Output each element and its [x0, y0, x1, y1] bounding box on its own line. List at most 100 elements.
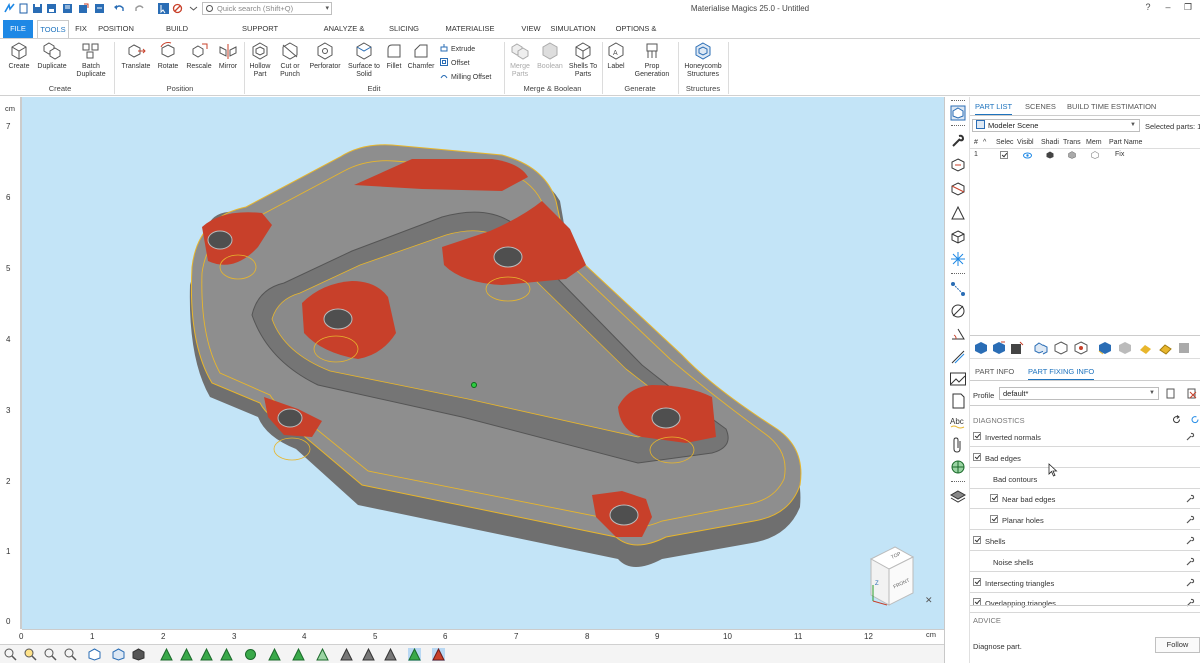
- select-icon[interactable]: [158, 3, 169, 14]
- shaded-icon[interactable]: [1046, 151, 1054, 159]
- visible-eye-icon[interactable]: [1023, 152, 1032, 159]
- diagnostic-checkbox[interactable]: [990, 494, 998, 503]
- tab-build-preparation[interactable]: BUILD PREPARATION: [142, 22, 212, 47]
- tab-part-fixing-info[interactable]: PART FIXING INFO: [1028, 367, 1095, 381]
- 3d-viewport[interactable]: TOP FRONT Z ✕: [22, 97, 944, 629]
- part-tool-icon[interactable]: [1178, 341, 1192, 355]
- offset-button[interactable]: Offset: [440, 58, 470, 67]
- view-cube-close-icon[interactable]: ✕: [925, 595, 933, 606]
- triangle-view-icon[interactable]: [316, 648, 329, 661]
- help-button[interactable]: ?: [1140, 2, 1156, 12]
- hollow-part-button[interactable]: Hollow Part: [246, 41, 274, 79]
- tab-scenes[interactable]: SCENES: [1025, 102, 1056, 111]
- tab-slicing[interactable]: SLICING: [388, 22, 420, 38]
- restore-button[interactable]: ❐: [1180, 2, 1196, 13]
- merge-parts-button[interactable]: Merge Parts: [506, 41, 534, 79]
- mirror-button[interactable]: Mirror: [214, 41, 242, 71]
- chamfer-button[interactable]: Chamfer: [407, 41, 435, 71]
- select-shell-icon[interactable]: [244, 648, 257, 661]
- measure-circle-icon[interactable]: [950, 303, 966, 319]
- diagnostic-row[interactable]: Intersecting triangles: [970, 573, 1200, 593]
- triangle-edit-icon[interactable]: [950, 205, 966, 221]
- refresh-icon[interactable]: [1172, 415, 1181, 424]
- triangle-view-icon[interactable]: [362, 648, 375, 661]
- wrench-icon[interactable]: [950, 133, 966, 149]
- column-selected[interactable]: Selec: [996, 139, 1014, 146]
- measure-icon[interactable]: [950, 157, 966, 173]
- screenshot-icon[interactable]: [950, 371, 966, 387]
- quick-search-input[interactable]: Quick search (Shift+Q) ▾: [202, 2, 332, 15]
- part-tool-icon[interactable]: [1010, 341, 1024, 355]
- prop-generation-button[interactable]: Prop Generation: [632, 41, 672, 79]
- column-memory[interactable]: Mem: [1086, 139, 1102, 146]
- milling-offset-button[interactable]: Milling Offset: [440, 72, 491, 81]
- tab-options-help[interactable]: OPTIONS & HELP: [605, 22, 667, 47]
- follow-button[interactable]: Follow: [1155, 637, 1200, 653]
- diagnostic-row[interactable]: Inverted normals: [970, 427, 1200, 447]
- search-dropdown-icon[interactable]: ▾: [325, 3, 329, 14]
- wrench-icon[interactable]: [1186, 557, 1195, 566]
- column-visible[interactable]: Visibl: [1017, 139, 1034, 146]
- section-icon[interactable]: [950, 181, 966, 197]
- part-tool-icon[interactable]: [1138, 341, 1152, 355]
- measure-distance-icon[interactable]: [950, 281, 966, 297]
- redo-icon[interactable]: [134, 3, 145, 14]
- zoom-window-icon[interactable]: [24, 648, 37, 661]
- perforator-button[interactable]: Perforator: [306, 41, 344, 71]
- tab-part-list[interactable]: PART LIST: [975, 102, 1013, 116]
- tab-file[interactable]: FILE: [3, 20, 33, 38]
- rotate-button[interactable]: Rotate: [154, 41, 182, 71]
- surface-to-solid-button[interactable]: Surface to Solid: [346, 41, 382, 79]
- profile-delete-icon[interactable]: [1187, 388, 1197, 399]
- wrench-icon[interactable]: [1186, 598, 1195, 607]
- triangle-view-icon[interactable]: [180, 648, 193, 661]
- view-default-icon[interactable]: [88, 648, 101, 661]
- wrench-icon[interactable]: [1186, 578, 1195, 587]
- create-button[interactable]: Create: [4, 41, 34, 71]
- minimize-button[interactable]: –: [1160, 2, 1176, 12]
- diagnostic-row[interactable]: Noise shells: [970, 552, 1200, 572]
- cut-punch-button[interactable]: Cut or Punch: [276, 41, 304, 79]
- triangle-view-icon[interactable]: [432, 648, 445, 661]
- column-transparent[interactable]: Trans: [1063, 139, 1081, 146]
- extrude-button[interactable]: Extrude: [440, 44, 475, 53]
- triangle-view-icon[interactable]: [220, 648, 233, 661]
- diagnostic-row[interactable]: Overlapping triangles: [970, 593, 1200, 614]
- diagnostic-checkbox[interactable]: [973, 432, 981, 440]
- tab-fix[interactable]: FIX: [73, 22, 89, 38]
- wrench-icon[interactable]: [1186, 515, 1195, 524]
- batch-duplicate-button[interactable]: Batch Duplicate: [72, 41, 110, 79]
- part-tool-icon[interactable]: [1158, 341, 1172, 355]
- triangle-view-icon[interactable]: [160, 648, 173, 661]
- honeycomb-structures-button[interactable]: Honeycomb Structures: [680, 41, 726, 79]
- triangle-view-icon[interactable]: [384, 648, 397, 661]
- zoom-selection-icon[interactable]: [64, 648, 77, 661]
- support-icon[interactable]: [950, 251, 966, 267]
- refresh-all-icon[interactable]: [1190, 415, 1200, 424]
- report-icon[interactable]: [950, 393, 966, 409]
- layers-icon[interactable]: [950, 489, 966, 505]
- tab-tools[interactable]: TOOLS: [37, 20, 69, 39]
- measure-wall-icon[interactable]: [950, 349, 966, 365]
- transparent-icon[interactable]: [1068, 151, 1076, 159]
- view-shaded-icon[interactable]: [132, 648, 145, 661]
- boolean-button[interactable]: Boolean: [535, 41, 565, 71]
- part-list-icon[interactable]: [950, 105, 966, 121]
- tab-analyze-report[interactable]: ANALYZE & REPORT: [310, 22, 378, 47]
- save-icon[interactable]: [32, 3, 43, 14]
- shells-to-parts-button[interactable]: Shells To Parts: [566, 41, 600, 79]
- dropdown-icon[interactable]: [188, 3, 199, 14]
- zoom-fit-icon[interactable]: [44, 648, 57, 661]
- mesh-icon[interactable]: [950, 459, 966, 475]
- fillet-button[interactable]: Fillet: [383, 41, 405, 71]
- deselect-icon[interactable]: [172, 3, 183, 14]
- diagnostic-checkbox[interactable]: [973, 536, 981, 544]
- wrench-icon[interactable]: [1186, 536, 1195, 545]
- tab-simulation[interactable]: SIMULATION: [550, 22, 596, 38]
- tab-view[interactable]: VIEW: [520, 22, 542, 38]
- diagnostic-row[interactable]: Bad edges: [970, 448, 1200, 468]
- diagnostic-row[interactable]: Bad contours: [970, 469, 1200, 489]
- part-selected-checkbox[interactable]: [1000, 151, 1008, 159]
- column-sort[interactable]: ^: [983, 139, 986, 146]
- measure-angle-icon[interactable]: [950, 325, 966, 341]
